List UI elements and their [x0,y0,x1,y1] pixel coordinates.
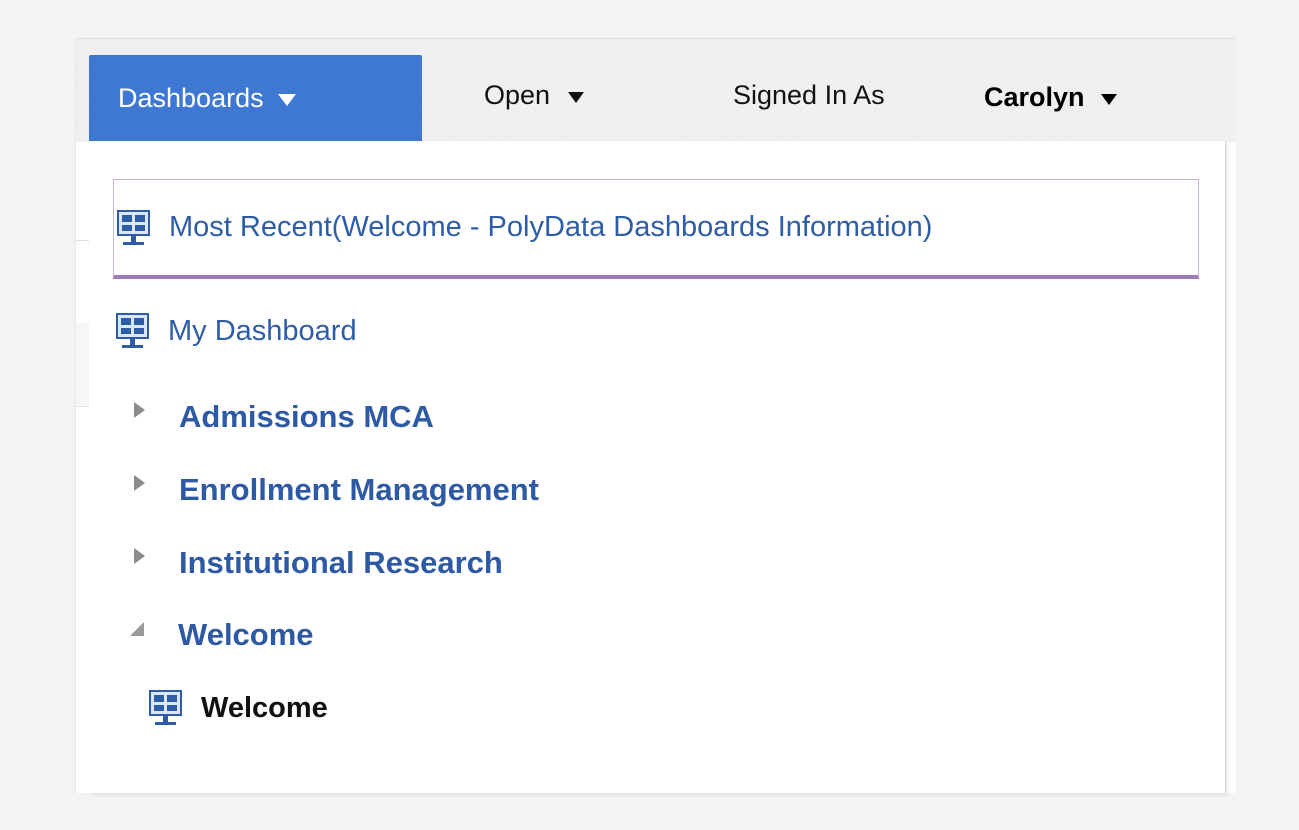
dashboards-menu-button[interactable]: Dashboards [89,55,422,141]
triangle-right-icon [134,548,145,564]
caret-down-icon [1100,94,1117,105]
dashboards-menu-label: Dashboards [118,82,264,113]
dashboard-monitor-icon [117,208,150,248]
user-name: Carolyn [984,82,1085,112]
folder-label: Enrollment Management [179,472,539,507]
folder-admissions-mca[interactable]: Admissions MCA [134,399,434,435]
triangle-right-icon [134,475,145,491]
folder-label: Institutional Research [179,545,503,580]
triangle-down-right-icon [130,622,144,636]
most-recent-item[interactable]: Most Recent(Welcome - PolyData Dashboard… [113,179,1199,279]
my-dashboard-label: My Dashboard [168,314,357,347]
folder-welcome[interactable]: Welcome [130,617,314,653]
folder-label: Welcome [178,617,314,652]
dashboard-monitor-icon [149,688,182,728]
caret-down-icon [568,92,585,103]
dashboard-item-label: Welcome [201,691,328,724]
triangle-right-icon [134,402,145,418]
user-menu-button[interactable]: Carolyn [984,82,1117,113]
folder-label: Admissions MCA [179,399,434,434]
most-recent-label: Most Recent(Welcome - PolyData Dashboard… [169,211,933,243]
caret-down-icon [277,94,296,106]
folder-institutional-research[interactable]: Institutional Research [134,545,503,581]
dashboards-dropdown: Most Recent(Welcome - PolyData Dashboard… [89,141,1226,793]
signed-in-label: Signed In As [733,80,885,110]
folder-enrollment-management[interactable]: Enrollment Management [134,472,539,508]
my-dashboard-item[interactable]: My Dashboard [116,311,357,351]
dashboard-item-welcome[interactable]: Welcome [149,688,328,728]
dashboard-monitor-icon [116,311,149,351]
open-menu-button[interactable]: Open [484,80,585,111]
open-menu-label: Open [484,80,551,110]
